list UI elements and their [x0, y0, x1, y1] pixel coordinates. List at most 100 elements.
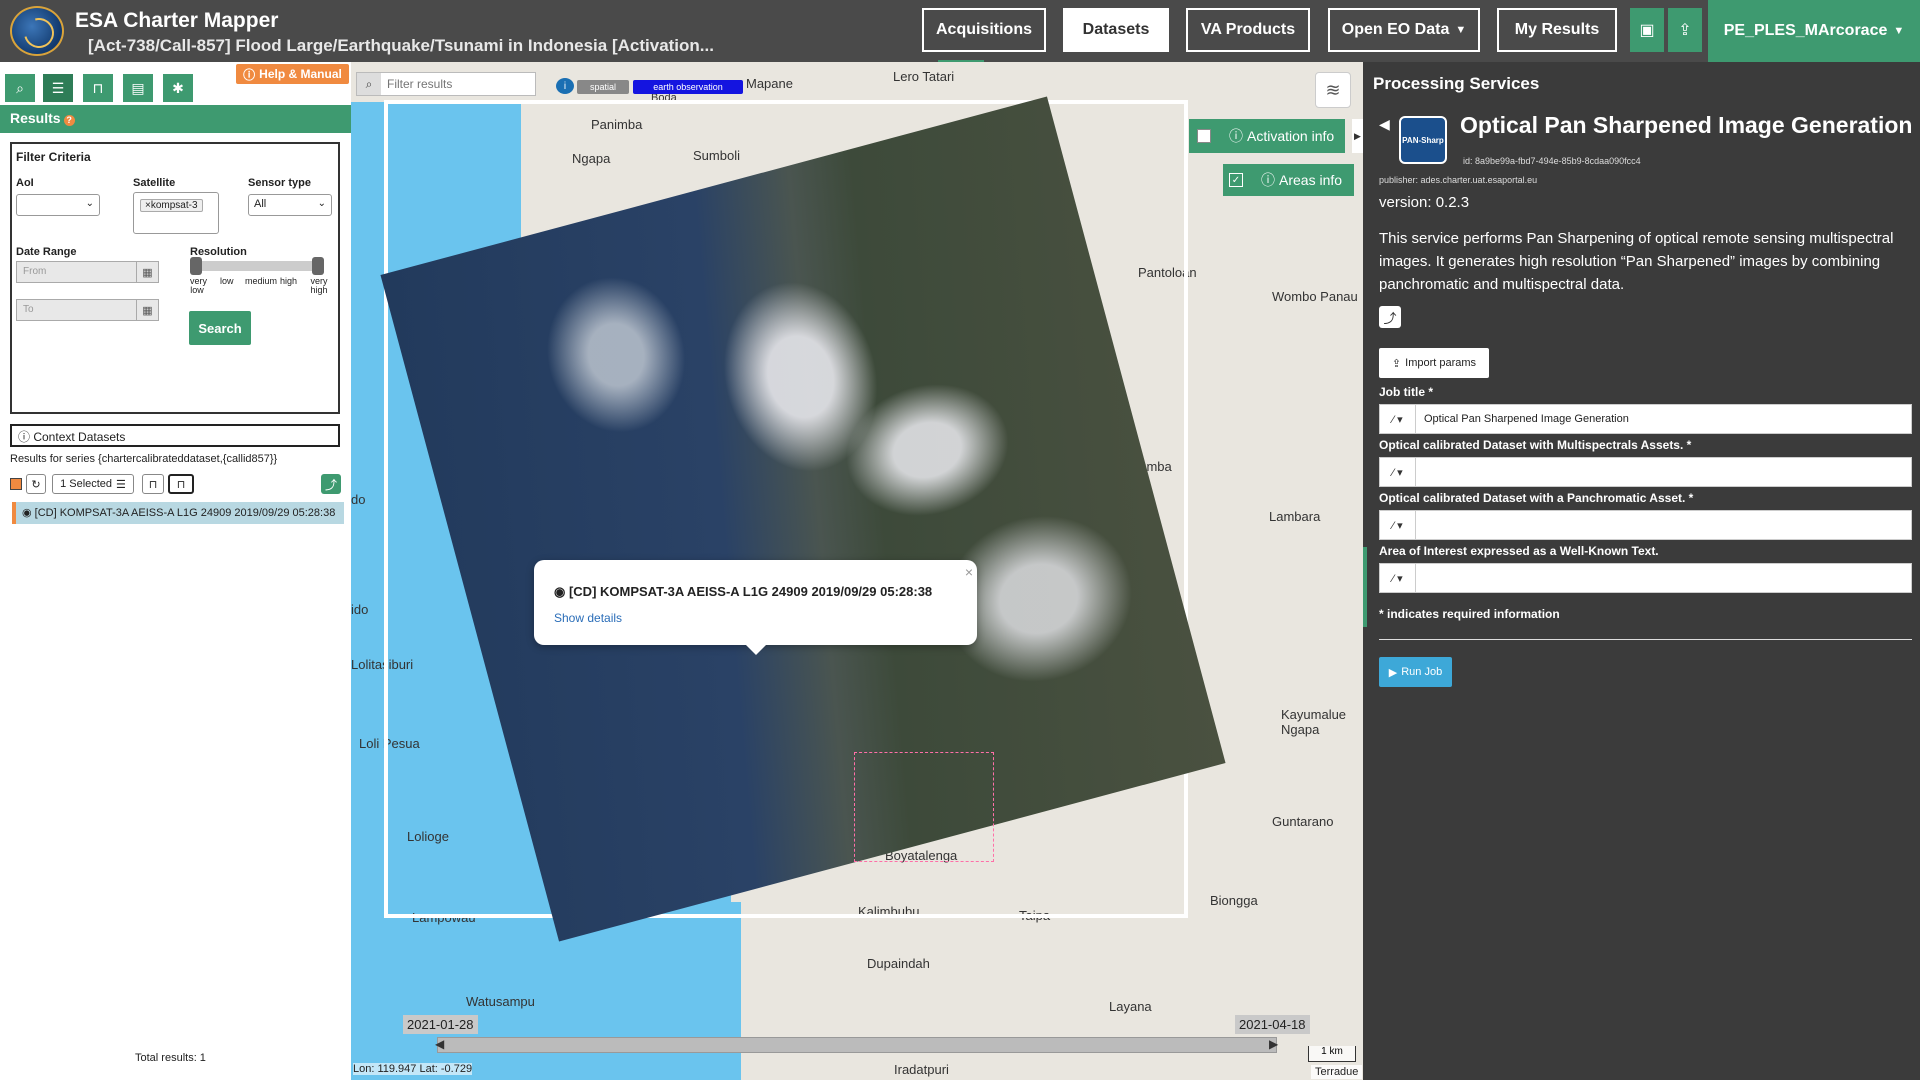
calendar-icon[interactable]: ▦	[136, 262, 158, 282]
panchromatic-field[interactable]: ⁄ ▾	[1379, 510, 1912, 540]
list-item[interactable]: ◉ [CD] KOMPSAT-3A AEISS-A L1G 24909 2019…	[12, 502, 344, 524]
select-all-checkbox[interactable]	[10, 478, 22, 490]
chip-earth-observation[interactable]: earth observation	[633, 80, 743, 94]
service-logo: PAN-Sharp	[1399, 116, 1447, 164]
context-title: Context Datasets	[33, 430, 126, 444]
share-icon[interactable]: ⤴	[321, 474, 341, 494]
show-details-link[interactable]: Show details	[554, 611, 622, 625]
tool-tabs: ⌕ ☰ ⊓ ▤ ✱ ⓘ Help & Manual	[0, 62, 351, 104]
basket-add-icon[interactable]: ⊓	[142, 474, 164, 494]
caret-down-icon: ▼	[1455, 24, 1467, 36]
esa-charter-logo	[10, 6, 64, 56]
calendar-icon[interactable]: ▦	[136, 300, 158, 320]
nav-open-eo-data[interactable]: Open EO Data ▼	[1328, 8, 1480, 52]
aoi-wkt-field[interactable]: ⁄ ▾	[1379, 563, 1912, 593]
map-label: Dupaindah	[867, 956, 930, 971]
info-icon: ⓘ	[18, 430, 34, 444]
share-icon[interactable]: ⤴	[1379, 306, 1401, 328]
panchromatic-label: Optical calibrated Dataset with a Panchr…	[1379, 491, 1694, 505]
chevron-down-icon: ⌄	[85, 198, 94, 209]
upload-icon: ⇪	[1391, 357, 1402, 370]
date-to-input[interactable]: To ▦	[16, 299, 159, 321]
info-icon[interactable]: i	[556, 78, 574, 94]
job-title-field[interactable]: ⁄ ▾ Optical Pan Sharpened Image Generatio…	[1379, 404, 1912, 434]
satellite-image[interactable]	[380, 96, 1226, 942]
resolution-min-handle[interactable]	[190, 257, 202, 275]
satellite-tag[interactable]: ×kompsat-3	[140, 199, 203, 212]
area-of-interest	[854, 752, 994, 862]
sensor-select[interactable]: All ⌄	[248, 194, 332, 216]
run-job-button[interactable]: ▶ Run Job	[1379, 657, 1452, 687]
activation-info-button[interactable]: ⓘ Activation info	[1189, 119, 1345, 153]
map-label: do	[351, 492, 366, 507]
basket-icon[interactable]: ⊓	[83, 74, 113, 102]
chevron-down-icon: ⌄	[317, 198, 326, 209]
map-label: Mapane	[746, 76, 793, 91]
layers-icon[interactable]: ≋	[1315, 72, 1351, 108]
magic-wand-icon[interactable]: ⁄ ▾	[1380, 405, 1416, 433]
resolution-slider[interactable]	[190, 261, 324, 271]
gear-icon[interactable]: ✱	[163, 74, 193, 102]
map-label: Biongga	[1210, 893, 1258, 908]
resolution-max-handle[interactable]	[312, 257, 324, 275]
question-icon[interactable]: ?	[63, 115, 75, 126]
nav-va-products-label: VA Products	[1200, 21, 1296, 38]
search-icon[interactable]: ⌕	[5, 74, 35, 102]
timeline-right-handle[interactable]: ▶	[1269, 1037, 1278, 1051]
dataset-footprint[interactable]: ◉ [CD] KOMPSAT-3A AEISS-A L1G 24909 2019…	[380, 96, 1226, 942]
upload-icon[interactable]: ⇪	[1668, 8, 1702, 52]
user-menu[interactable]: PE_PLES_MArcorace ▼	[1708, 0, 1920, 62]
map-label: Layana	[1109, 999, 1152, 1014]
date-range-label: Date Range	[16, 246, 77, 258]
timeline-slider[interactable]	[437, 1037, 1277, 1053]
attribution[interactable]: Terradue	[1311, 1065, 1363, 1079]
search-icon[interactable]: ⌕	[357, 73, 381, 95]
nav-my-results[interactable]: My Results	[1497, 8, 1617, 52]
nav-acquisitions[interactable]: Acquisitions	[922, 8, 1046, 52]
magic-wand-icon[interactable]: ⁄ ▾	[1380, 511, 1416, 539]
timeline-left-handle[interactable]: ◀	[435, 1037, 444, 1051]
map-label: Lambara	[1269, 509, 1321, 524]
refresh-icon[interactable]: ↻	[26, 474, 46, 494]
processing-services-panel: Processing Services ◀ PAN-Sharp Optical …	[1363, 62, 1920, 1080]
filter-title: Filter Criteria	[16, 150, 91, 164]
service-title: Optical Pan Sharpened Image Generation	[1460, 112, 1913, 138]
briefcase-icon[interactable]: ▣	[1630, 8, 1664, 52]
nav-va-products[interactable]: VA Products	[1186, 8, 1310, 52]
selected-dropdown[interactable]: 1 Selected ☰	[52, 474, 134, 494]
areas-info-button[interactable]: ✓ ⓘ Areas info	[1223, 164, 1354, 196]
map-label: ido	[351, 602, 369, 617]
archive-icon[interactable]: ▤	[123, 74, 153, 102]
date-from-input[interactable]: From ▦	[16, 261, 159, 283]
map-view[interactable]: Mapane Lero Tatari Panimba Boda Sumboli …	[351, 62, 1363, 1080]
basket-selected-icon[interactable]: ⊓	[168, 474, 194, 494]
service-version: version: 0.2.3	[1379, 194, 1470, 211]
filter-criteria: Filter Criteria AoI ⌄ Satellite ×kompsat…	[10, 142, 340, 414]
help-manual-button[interactable]: ⓘ Help & Manual	[236, 64, 349, 84]
chip-spatial[interactable]: spatial	[577, 80, 629, 94]
satellite-select[interactable]: ×kompsat-3	[133, 192, 219, 234]
checkbox-checked[interactable]: ✓	[1229, 173, 1243, 187]
results-title: Results	[10, 110, 61, 126]
nav-datasets[interactable]: Datasets	[1063, 8, 1169, 52]
map-label: Watusampu	[466, 994, 535, 1009]
multispectral-field[interactable]: ⁄ ▾	[1379, 457, 1912, 487]
checkbox[interactable]	[1197, 129, 1211, 143]
magic-wand-icon[interactable]: ⁄ ▾	[1380, 564, 1416, 592]
import-params-button[interactable]: ⇪ Import params	[1379, 348, 1489, 378]
aoi-wkt-label: Area of Interest expressed as a Well-Kno…	[1379, 544, 1659, 558]
panel-accent	[1363, 547, 1367, 627]
close-icon[interactable]: ×	[965, 564, 973, 580]
expand-right-icon[interactable]: ▶	[1352, 119, 1363, 153]
back-icon[interactable]: ◀	[1379, 116, 1390, 133]
map-label: Wombo Panau	[1272, 289, 1358, 304]
filter-results-box: ⌕	[356, 72, 536, 96]
context-datasets-bar[interactable]: ⓘ Context Datasets	[10, 424, 340, 447]
list-icon[interactable]: ☰	[43, 74, 73, 102]
search-button[interactable]: Search	[189, 311, 251, 345]
user-name: PE_PLES_MArcorace	[1723, 22, 1888, 39]
filter-results-input[interactable]	[387, 75, 527, 93]
magic-wand-icon[interactable]: ⁄ ▾	[1380, 458, 1416, 486]
sensor-label: Sensor type	[248, 177, 311, 189]
aoi-select[interactable]: ⌄	[16, 194, 100, 216]
